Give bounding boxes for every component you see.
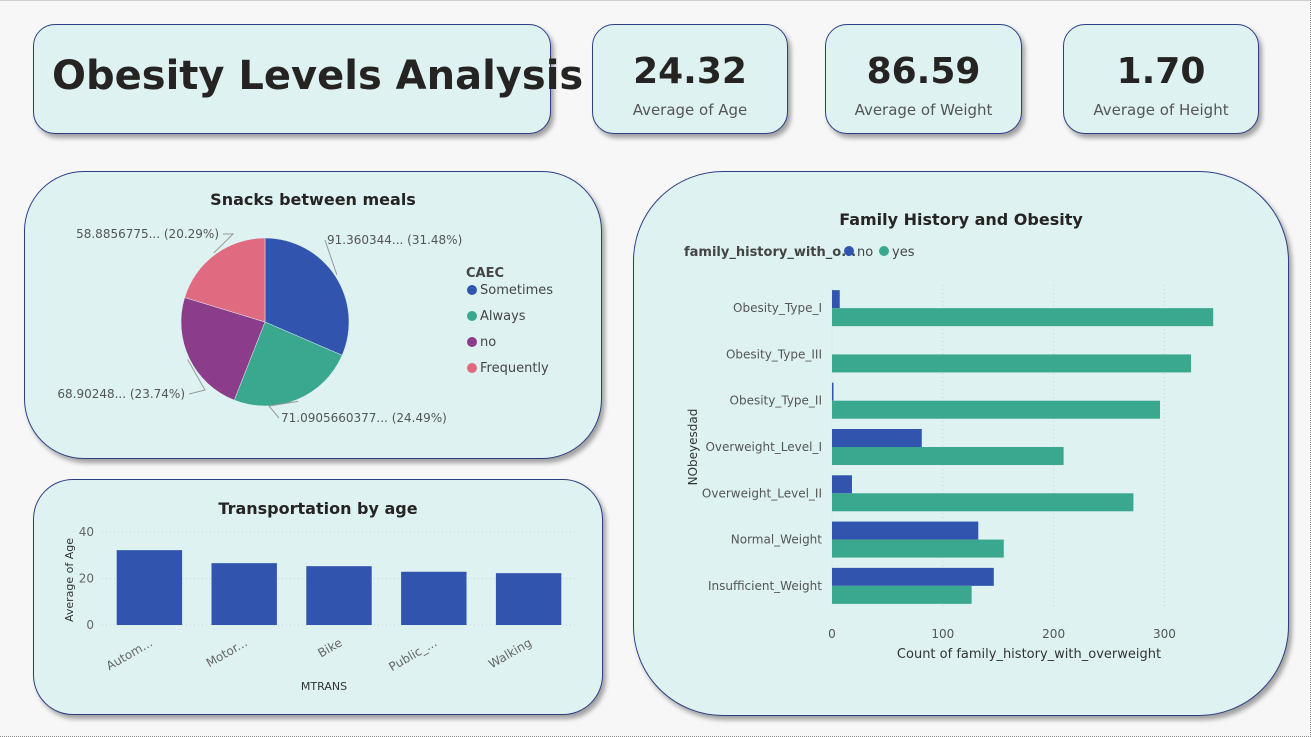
title-card: Obesity Levels Analysis	[33, 24, 584, 134]
hbar-chart-svg: family_history_with_o... no yes 0 100 200 300 O…	[684, 245, 1214, 662]
bar-x-tick-label: Public_...	[386, 635, 439, 674]
hbar-no-2[interactable]	[832, 382, 834, 401]
hbar-y-tick-label: Normal_Weight	[731, 533, 823, 547]
pie-chart-svg: 91.360344... (31.48%) 71.0905660377... (2…	[57, 227, 553, 425]
pie-data-label: 68.90248... (23.74%)	[57, 387, 185, 401]
snacks-pie-card[interactable]: Snacks between meals 91.360344... (31.48…	[24, 171, 602, 459]
hbar-legend-title: family_history_with_o...	[684, 245, 856, 260]
kpi-card-age[interactable]: 24.32 Average of Age	[592, 24, 788, 134]
hbar-no-6[interactable]	[832, 567, 994, 586]
pie-data-label: 58.8856775... (20.29%)	[76, 227, 219, 241]
bar-y-tick-label: 40	[79, 525, 94, 539]
bar-1[interactable]	[211, 563, 277, 625]
pie-legend-marker	[467, 285, 477, 295]
hbar-legend-label: no	[857, 245, 873, 260]
bar-2[interactable]	[306, 566, 372, 625]
family-history-card[interactable]: Family History and Obesity family_histor…	[633, 171, 1289, 716]
bar-y-tick-label: 0	[86, 618, 94, 632]
pie-data-label: 71.0905660377... (24.49%)	[281, 411, 447, 425]
kpi-label-age: Average of Age	[632, 101, 748, 119]
hbar-y-tick-label: Overweight_Level_II	[702, 486, 822, 500]
kpi-value-age: 24.32	[633, 51, 747, 92]
hbar-yes-3[interactable]	[832, 447, 1064, 465]
hbar-no-4[interactable]	[832, 475, 852, 494]
bar-x-tick-label: Autom...	[104, 635, 155, 673]
hbar-x-tick-label: 200	[1042, 627, 1065, 641]
kpi-card-weight[interactable]: 86.59 Average of Weight	[825, 24, 1022, 134]
bar-3[interactable]	[401, 571, 467, 625]
hbar-x-tick-label: 0	[828, 627, 836, 641]
kpi-label-height: Average of Height	[1093, 101, 1229, 119]
bar-chart-svg: 0 20 40 Autom... Motor... Bike Public_... Walki…	[63, 525, 576, 693]
pie-legend-marker	[467, 337, 477, 347]
pie-data-label: 91.360344... (31.48%)	[327, 233, 462, 247]
bar-x-tick-label: Bike	[315, 635, 344, 660]
bar-x-axis-title: MTRANS	[301, 680, 347, 693]
hbar-y-tick-label: Overweight_Level_I	[705, 440, 822, 454]
hbar-x-tick-label: 300	[1153, 627, 1176, 641]
hbar-no-0[interactable]	[832, 290, 840, 309]
kpi-value-weight: 86.59	[866, 51, 981, 92]
bar-x-tick-label: Motor...	[204, 635, 250, 670]
hbar-yes-1[interactable]	[832, 354, 1192, 373]
hbar-yes-5[interactable]	[832, 539, 1004, 558]
pie-legend-title: CAEC	[466, 266, 504, 281]
kpi-value-height: 1.70	[1116, 51, 1206, 92]
hbar-yes-6[interactable]	[832, 585, 972, 604]
hbar-y-tick-label: Obesity_Type_III	[726, 347, 822, 361]
transportation-bar-card[interactable]: Transportation by age 0 20 40 Autom... Motor…	[33, 479, 603, 715]
hbar-yes-2[interactable]	[832, 400, 1161, 419]
pie-legend-label: Sometimes	[480, 283, 553, 298]
pie-legend-label: Always	[480, 309, 526, 324]
kpi-label-weight: Average of Weight	[854, 101, 993, 119]
hbar-x-tick-label: 100	[931, 627, 954, 641]
bar-4[interactable]	[495, 573, 562, 625]
pie-legend-label: Frequently	[480, 361, 549, 376]
hbar-x-axis-title: Count of family_history_with_overweight	[897, 647, 1161, 662]
bar-y-tick-label: 20	[79, 572, 94, 586]
hbar-legend-label: yes	[892, 245, 915, 260]
pie-legend-marker	[467, 363, 477, 373]
kpi-card-height[interactable]: 1.70 Average of Height	[1063, 24, 1259, 134]
hbar-no-3[interactable]	[832, 429, 922, 447]
page-title: Obesity Levels Analysis	[52, 53, 584, 99]
bar-x-tick-label: Walking	[486, 635, 534, 671]
bar-0[interactable]	[116, 550, 183, 625]
hbar-legend-marker	[844, 246, 854, 256]
hbar-no-5[interactable]	[832, 521, 979, 540]
hbar-yes-4[interactable]	[832, 493, 1134, 512]
bar-y-axis-title: Average of Age	[63, 538, 76, 622]
hbar-y-tick-label: Insufficient_Weight	[708, 579, 822, 593]
hbar-y-tick-label: Obesity_Type_II	[730, 394, 822, 408]
hbar-yes-0[interactable]	[832, 308, 1214, 327]
hbar-y-axis-title: NObeyesdad	[686, 409, 700, 486]
pie-legend-marker	[467, 311, 477, 321]
hbar-legend-marker	[879, 246, 889, 256]
hbar-y-tick-label: Obesity_Type_I	[733, 301, 822, 315]
pie-legend-label: no	[480, 335, 496, 350]
